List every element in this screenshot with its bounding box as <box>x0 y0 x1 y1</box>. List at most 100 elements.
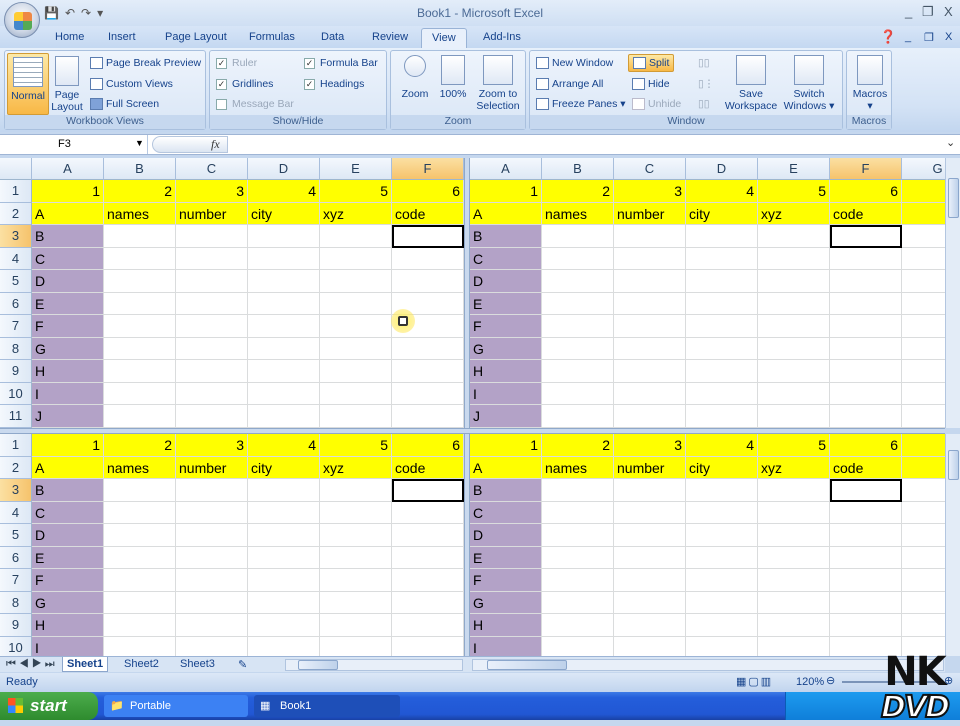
cell-a8[interactable]: G <box>470 337 542 360</box>
custom-views-button[interactable]: Custom Views <box>90 78 173 91</box>
cell-e11[interactable] <box>320 405 392 428</box>
cell-f9[interactable] <box>392 360 464 383</box>
tab-home[interactable]: Home <box>55 31 84 43</box>
cell-a6[interactable]: E <box>470 292 542 315</box>
cell-c8[interactable] <box>614 591 686 614</box>
cell-d5[interactable] <box>686 270 758 293</box>
cell-g9[interactable] <box>902 614 945 637</box>
cell-c8[interactable] <box>176 337 248 360</box>
cell-d2[interactable]: city <box>248 456 320 479</box>
expand-formula-bar-icon[interactable]: ⌄ <box>946 136 955 149</box>
cell-f8[interactable] <box>392 591 464 614</box>
split-button[interactable]: Split <box>628 54 675 73</box>
cell-c8[interactable] <box>176 591 248 614</box>
cell-a7[interactable]: F <box>470 569 542 592</box>
cell-e7[interactable] <box>320 315 392 338</box>
cell-d3[interactable] <box>686 479 758 502</box>
cell-e4[interactable] <box>320 247 392 270</box>
cell-d8[interactable] <box>686 591 758 614</box>
cell-d5[interactable] <box>248 270 320 293</box>
zoom-100-button[interactable]: 100% <box>435 55 471 100</box>
cell-a5[interactable]: D <box>470 270 542 293</box>
cell-e3[interactable] <box>758 225 830 248</box>
cell-f1[interactable]: 6 <box>392 180 464 203</box>
tab-insert[interactable]: Insert <box>108 31 136 43</box>
cell-d4[interactable] <box>248 501 320 524</box>
view-buttons-icon[interactable]: ▦▢▥ <box>736 675 773 688</box>
cell-c5[interactable] <box>614 524 686 547</box>
cell-a9[interactable]: H <box>32 360 104 383</box>
cell-d4[interactable] <box>248 247 320 270</box>
cell-f1[interactable]: 6 <box>830 180 902 203</box>
cell-a10[interactable]: I <box>470 382 542 405</box>
column-header-d[interactable]: D <box>248 158 320 180</box>
cell-d1[interactable]: 4 <box>248 180 320 203</box>
scroll-thumb[interactable] <box>948 178 959 218</box>
row-header[interactable]: 6 <box>0 546 32 569</box>
column-header-a[interactable]: A <box>32 158 104 180</box>
cell-f2[interactable]: code <box>830 456 902 479</box>
cell-e1[interactable]: 5 <box>758 180 830 203</box>
row-header[interactable]: 9 <box>0 360 32 383</box>
cell-g11[interactable] <box>902 405 945 428</box>
cell-b2[interactable]: names <box>104 202 176 225</box>
cell-b6[interactable] <box>104 292 176 315</box>
cell-a10[interactable]: I <box>32 636 104 656</box>
cell-e10[interactable] <box>758 382 830 405</box>
cell-g1[interactable] <box>902 180 945 203</box>
cell-d10[interactable] <box>248 636 320 656</box>
insert-function-button[interactable]: fx <box>152 136 228 153</box>
cell-f9[interactable] <box>392 614 464 637</box>
column-header-f[interactable]: F <box>392 158 464 180</box>
cell-d8[interactable] <box>248 337 320 360</box>
cell-c7[interactable] <box>614 315 686 338</box>
row-header[interactable]: 2 <box>0 202 32 225</box>
cell-g6[interactable] <box>902 547 945 569</box>
cell-a1[interactable]: 1 <box>32 434 104 457</box>
cell-b8[interactable] <box>104 591 176 614</box>
insert-sheet-icon[interactable]: ✎ <box>234 657 251 672</box>
cell-e2[interactable]: xyz <box>758 202 830 225</box>
cell-c5[interactable] <box>176 524 248 547</box>
horizontal-scrollbar-right[interactable] <box>472 659 944 671</box>
gridlines-checkbox[interactable]: ✓ Gridlines <box>216 78 273 90</box>
cell-c6[interactable] <box>614 292 686 315</box>
cell-a9[interactable]: H <box>470 360 542 383</box>
formula-bar-checkbox[interactable]: ✓ Formula Bar <box>304 57 378 69</box>
cell-a5[interactable]: D <box>470 524 542 547</box>
cell-c3[interactable] <box>176 225 248 248</box>
row-header[interactable]: 4 <box>0 501 32 524</box>
cell-d11[interactable] <box>686 405 758 428</box>
cell-d9[interactable] <box>248 614 320 637</box>
cell-b1[interactable]: 2 <box>542 180 614 203</box>
reset-window-position-icon[interactable]: ▯▯ <box>698 98 710 110</box>
cell-f6[interactable] <box>830 546 902 569</box>
cell-e10[interactable] <box>320 636 392 656</box>
cell-e2[interactable]: xyz <box>758 456 830 479</box>
cell-c9[interactable] <box>176 614 248 637</box>
cell-d6[interactable] <box>248 292 320 315</box>
cell-a1[interactable]: 1 <box>470 434 542 457</box>
cell-c5[interactable] <box>176 270 248 293</box>
cell-e10[interactable] <box>758 636 830 656</box>
cell-b6[interactable] <box>104 546 176 569</box>
cell-b11[interactable] <box>104 405 176 428</box>
taskbar-item-book1[interactable]: ▦ Book1 <box>254 695 400 717</box>
hide-button[interactable]: Hide <box>632 78 670 91</box>
cell-a5[interactable]: D <box>32 270 104 293</box>
vertical-scrollbar-bottom[interactable] <box>945 434 960 656</box>
cell-b7[interactable] <box>104 569 176 592</box>
cell-a6[interactable]: E <box>32 546 104 569</box>
ruler-checkbox[interactable]: ✓ Ruler <box>216 57 257 69</box>
cell-f10[interactable] <box>830 382 902 405</box>
cell-c11[interactable] <box>176 405 248 428</box>
cell-c6[interactable] <box>176 546 248 569</box>
cell-b4[interactable] <box>104 501 176 524</box>
cell-c3[interactable] <box>614 225 686 248</box>
cell-e8[interactable] <box>758 337 830 360</box>
cell-g5[interactable] <box>902 524 945 547</box>
cell-d9[interactable] <box>686 614 758 637</box>
cell-e1[interactable]: 5 <box>320 180 392 203</box>
cell-b5[interactable] <box>542 524 614 547</box>
cell-e11[interactable] <box>758 405 830 428</box>
